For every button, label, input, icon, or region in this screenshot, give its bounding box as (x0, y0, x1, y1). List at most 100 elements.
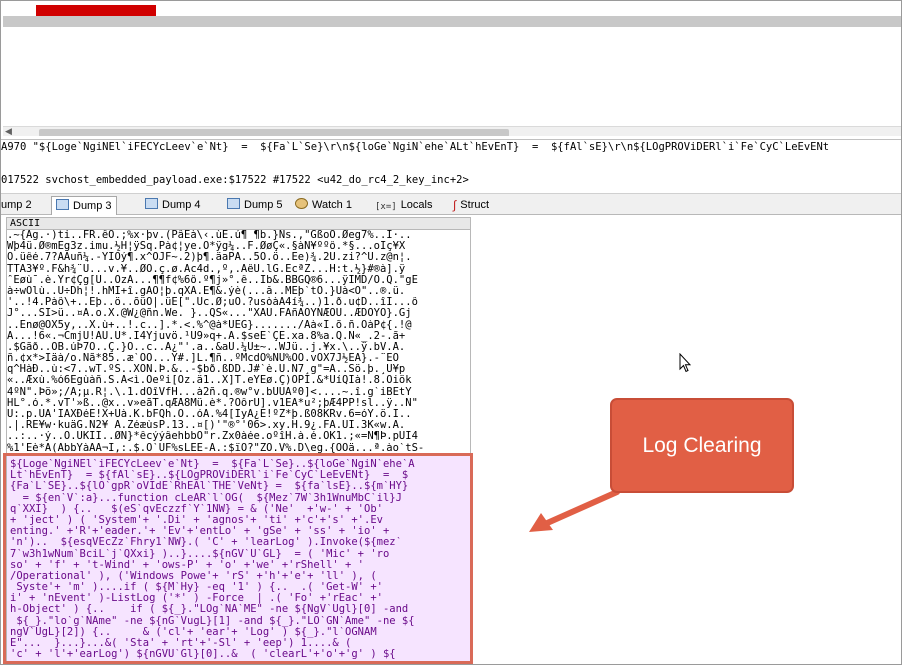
ascii-line: .|.RÈ¥w·kuäG.N2¥ A.ZéæùsP.13..¤[)'"®°'06… (7, 420, 406, 432)
instruction-address (36, 38, 156, 49)
dump-icon (56, 199, 69, 210)
opcode-bytes (175, 82, 325, 93)
tab-ump-2[interactable]: ump 2 (1, 196, 36, 215)
opcode-bytes (175, 16, 325, 27)
tab-label: ump 2 (1, 199, 32, 211)
ascii-line: TTA3¥º.F&h¾¨Ü...v.¥..ØÕ.ç.ø.Ac4d.,º,.ÄêÛ… (7, 263, 406, 275)
tab-label: Dump 5 (244, 199, 283, 211)
struct-icon: ∫ (453, 198, 457, 212)
flow-marker (158, 93, 168, 104)
x64dbg-window: ◀ A970 "${Loge`NgiNEl`iFECYcLeev`e`Nt} =… (0, 0, 902, 665)
instruction-address (36, 16, 156, 27)
locals-icon: [x=] (375, 202, 397, 212)
instruction-text (339, 115, 609, 126)
watch-icon (295, 198, 308, 209)
instruction-text (339, 5, 609, 16)
ascii-binary-lines: .~{Àg.·)ti..FR.êÔ.;%x·þv.(PâÊà\‹.ùÊ.ú¶ ¶… (7, 230, 470, 465)
flow-marker (158, 5, 168, 16)
instruction-address (36, 5, 156, 16)
disasm-row[interactable] (3, 27, 901, 38)
ascii-line: q^HàÐ..ù:<7..wT.ºS..XÖN.Þ.&..-$bð.ßDD.J#… (7, 364, 406, 376)
opcode-bytes (175, 71, 325, 82)
opcode-bytes (175, 60, 325, 71)
ascii-line: ñ.¢x*>Ìäà/o.Ñã*85..æ`ÖÖ...Y#.]L.¶ñ..ºMcd… (7, 353, 399, 365)
disasm-row[interactable] (3, 16, 901, 27)
tab-locals[interactable]: [x=] Locals (371, 196, 436, 215)
instruction-address (36, 27, 156, 38)
dump-icon (227, 198, 240, 209)
ascii-column-header: ASCII (6, 217, 471, 230)
ascii-line: «..Æxù.%ó6Ègùàñ.S.Â<ì.Öeºi[Öz.ä1..X]T.eY… (7, 375, 412, 387)
instruction-text (339, 82, 609, 93)
opcode-bytes (175, 5, 325, 16)
instruction-text (339, 38, 609, 49)
instruction-text (339, 16, 609, 27)
instruction-text (339, 49, 609, 60)
tab-struct[interactable]: ∫ Struct (449, 196, 493, 215)
instruction-text (339, 104, 609, 115)
ascii-line: J°...SÎ>ü..¤A.o.X.@W¿@ñn.We. }..QS«..."X… (7, 308, 412, 320)
opcode-bytes (175, 115, 325, 126)
flow-marker (158, 38, 168, 49)
scrollbar-thumb[interactable] (39, 129, 509, 136)
disasm-row[interactable] (3, 49, 901, 60)
disasm-row[interactable] (3, 93, 901, 104)
ascii-line: ˆÉøù¯.è.Yr¢Çg[Ü..OzÄ...¶¶f¢%6ô.º¶j»°.ê..… (7, 274, 418, 286)
horizontal-scrollbar[interactable]: ◀ (3, 126, 901, 136)
disasm-row[interactable] (3, 38, 901, 49)
flow-marker (158, 82, 168, 93)
opcode-bytes (175, 38, 325, 49)
instruction-comment (619, 82, 901, 93)
instruction-address (36, 60, 156, 71)
tab-watch-1[interactable]: Watch 1 (291, 196, 356, 215)
ascii-line: à÷wÒlù..Ü÷Dh¦!.hMÌ+î.gÁÔ¦þ.qXA.È¶&.ýè(..… (7, 285, 406, 297)
disasm-row[interactable] (3, 104, 901, 115)
instruction-comment (619, 60, 901, 71)
opcode-bytes (175, 93, 325, 104)
instruction-text (339, 71, 609, 82)
disassembly-pane[interactable]: ◀ (3, 5, 901, 136)
tab-label: Dump 4 (162, 199, 201, 211)
mouse-cursor-icon (679, 353, 691, 373)
instruction-comment (619, 104, 901, 115)
disasm-row[interactable] (3, 82, 901, 93)
instruction-comment (619, 27, 901, 38)
instruction-address (36, 71, 156, 82)
disasm-row[interactable] (3, 71, 901, 82)
flow-marker (158, 71, 168, 82)
tab-dump-5[interactable]: Dump 5 (223, 196, 287, 215)
ascii-line: .~{Àg.·)ti..FR.êÔ.;%x·þv.(PâÊà\‹.ùÊ.ú¶ ¶… (7, 230, 412, 241)
tab-dump-4[interactable]: Dump 4 (141, 196, 205, 215)
instruction-address (36, 104, 156, 115)
ascii-line: HL°.ó.*.vT'»ß..@x..v»eãT.qÆÅ8Mü.è*.?ÖôrÜ… (7, 397, 418, 409)
instruction-comment (619, 93, 901, 104)
flow-marker (158, 49, 168, 60)
tab-label: Watch 1 (312, 199, 352, 211)
instruction-address (36, 93, 156, 104)
instruction-comment (619, 49, 901, 60)
ascii-line: .$Gãð..ÕB.úÞ7Ò..Ç.}Ô..c..Ä¿"'.a..&aÜ.¼Ú±… (7, 341, 406, 353)
info-line: A970 "${Loge`NgiNEl`iFECYcLeev`e`Nt} = $… (1, 139, 901, 153)
disasm-row[interactable] (3, 115, 901, 126)
disasm-row[interactable] (3, 60, 901, 71)
instruction-address (36, 115, 156, 126)
scroll-left-icon[interactable]: ◀ (5, 127, 12, 136)
ascii-line: ..:..·ý..Ö.ÜKÎÎ..ØÑ}*êcýýâehbbÔ"r.Zx0àée… (7, 431, 418, 443)
instruction-text (339, 60, 609, 71)
callout-arrow-icon (529, 489, 620, 532)
instruction-text (339, 93, 609, 104)
ascii-line: Ù:.p.ÚÀ'ÎÄXÐéÈ!X+Üà.K.bFQh.Ö..óÂ.%4[ÎyÄ¿… (7, 409, 412, 420)
instruction-text (339, 27, 609, 38)
flow-marker (158, 115, 168, 126)
log-clearing-callout: Log Clearing (610, 398, 794, 493)
dump-icon (145, 198, 158, 209)
flow-marker (158, 60, 168, 71)
instruction-comment (619, 71, 901, 82)
location-line: 017522 svchost_embedded_payload.exe:$175… (1, 174, 469, 186)
flow-marker (158, 104, 168, 115)
tab-dump-3[interactable]: Dump 3 (51, 196, 117, 215)
opcode-bytes (175, 49, 325, 60)
instruction-address (36, 82, 156, 93)
disasm-row[interactable] (3, 5, 901, 16)
tab-label: Locals (400, 199, 433, 211)
